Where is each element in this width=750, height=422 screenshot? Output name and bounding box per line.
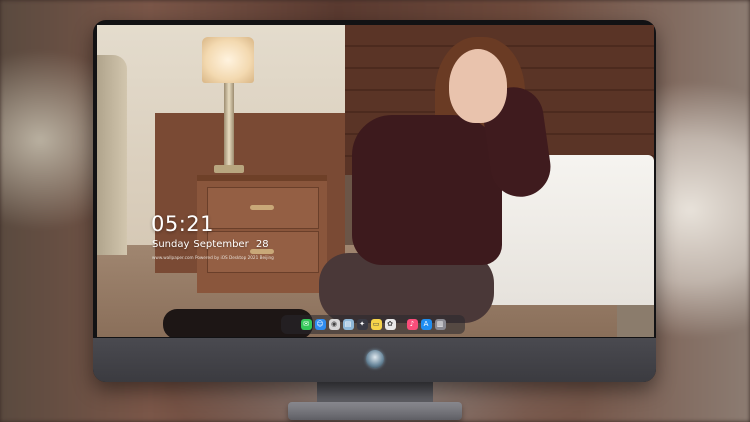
- messages-icon[interactable]: ✉: [300, 319, 312, 330]
- imovie-icon[interactable]: ✦: [356, 319, 368, 330]
- finder-icon[interactable]: ☺: [314, 319, 326, 330]
- date-month: September: [193, 239, 249, 250]
- info-line: www.wallpaper.com Powered by iOS Desktop…: [152, 255, 274, 260]
- safari-icon[interactable]: ◉: [328, 319, 340, 330]
- notes-icon[interactable]: ▭: [370, 319, 382, 330]
- lock-date: Sunday September 28: [152, 239, 273, 250]
- date-day: 28: [255, 239, 269, 250]
- date-weekday: Sunday: [152, 239, 190, 250]
- lock-clock: 05:21: [151, 212, 215, 236]
- dock: ✉ ☺ ◉ ▤ ✦ ▭ ✿ ♪ A ▥: [281, 315, 465, 334]
- music-icon[interactable]: ♪: [406, 319, 418, 330]
- desktop-screen[interactable]: 05:21 Sunday September 28 www.wallpaper.c…: [97, 25, 654, 337]
- preview-icon[interactable]: ▤: [342, 319, 354, 330]
- app-store-icon[interactable]: A: [420, 319, 432, 330]
- photos-icon[interactable]: ✿: [384, 319, 396, 330]
- trash-icon[interactable]: ▥: [434, 319, 446, 330]
- brand-logo-icon: [366, 350, 384, 368]
- monitor-stand-base: [288, 402, 462, 420]
